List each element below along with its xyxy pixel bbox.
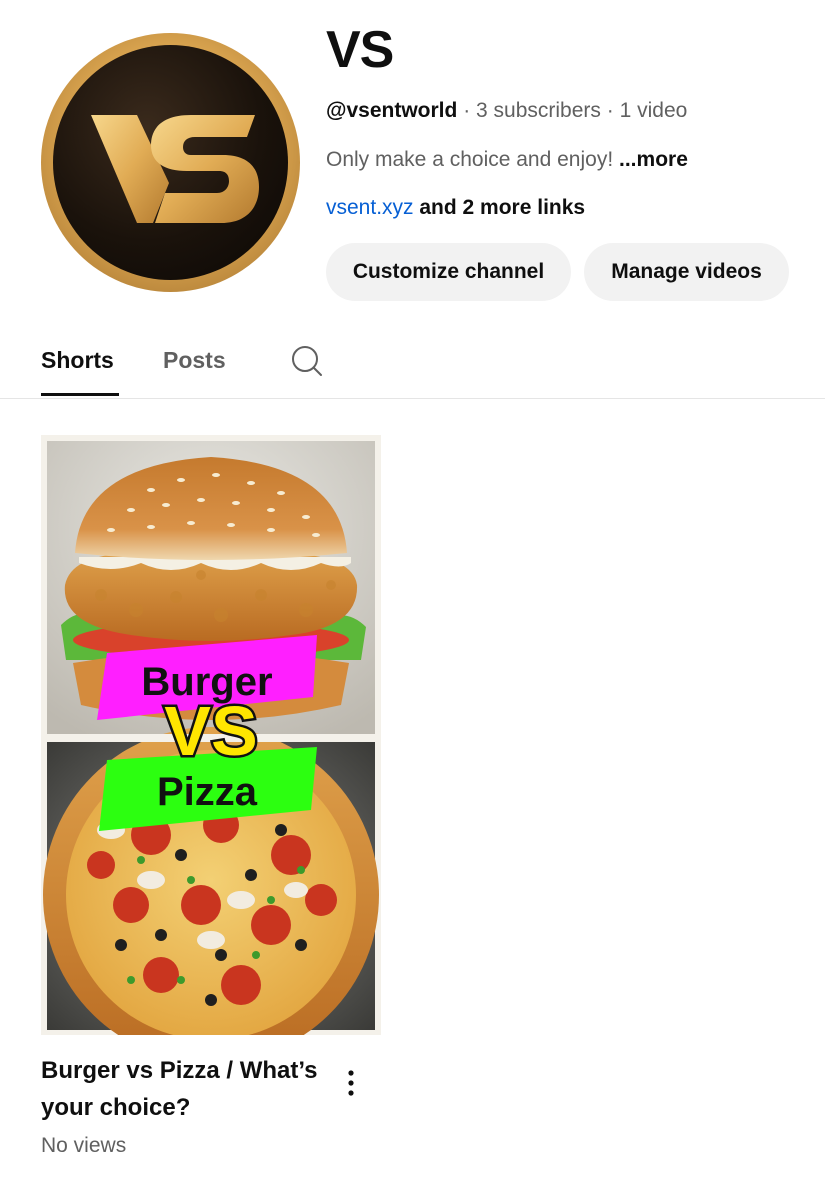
thumbnail-bottom-label: Pizza (157, 770, 258, 814)
active-tab-indicator (41, 393, 119, 396)
channel-link[interactable]: vsent.xyz (326, 196, 414, 219)
short-thumbnail[interactable]: Burger Pizza VS (41, 435, 381, 1035)
thumbnail-vs-label: VS (164, 692, 257, 770)
channel-meta: @vsentworld · 3 subscribers · 1 video (326, 97, 687, 125)
meta-separator: · (606, 99, 614, 122)
search-icon[interactable] (289, 343, 325, 379)
short-views: No views (41, 1134, 127, 1157)
customize-channel-button[interactable]: Customize channel (326, 243, 571, 301)
vs-logo-icon (91, 115, 259, 223)
tab-shorts[interactable]: Shorts (41, 343, 114, 377)
tab-posts[interactable]: Posts (163, 343, 226, 377)
description-more-link[interactable]: ...more (619, 148, 688, 171)
manage-videos-button[interactable]: Manage videos (584, 243, 789, 301)
channel-name: VS (326, 21, 394, 79)
meta-separator: · (463, 99, 471, 122)
short-title[interactable]: Burger vs Pizza / What’s your choice? (41, 1052, 331, 1126)
channel-description[interactable]: Only make a choice and enjoy! ...more (326, 146, 688, 174)
video-count: 1 video (619, 99, 688, 122)
tabs-divider (0, 398, 825, 399)
channel-avatar[interactable] (41, 33, 300, 292)
description-text: Only make a choice and enjoy! (326, 148, 614, 171)
more-links-button[interactable]: and 2 more links (419, 196, 585, 219)
channel-links: vsent.xyz and 2 more links (326, 194, 585, 222)
channel-handle: @vsentworld (326, 99, 458, 122)
more-vert-icon[interactable] (337, 1068, 365, 1100)
subscriber-count: 3 subscribers (476, 99, 601, 122)
